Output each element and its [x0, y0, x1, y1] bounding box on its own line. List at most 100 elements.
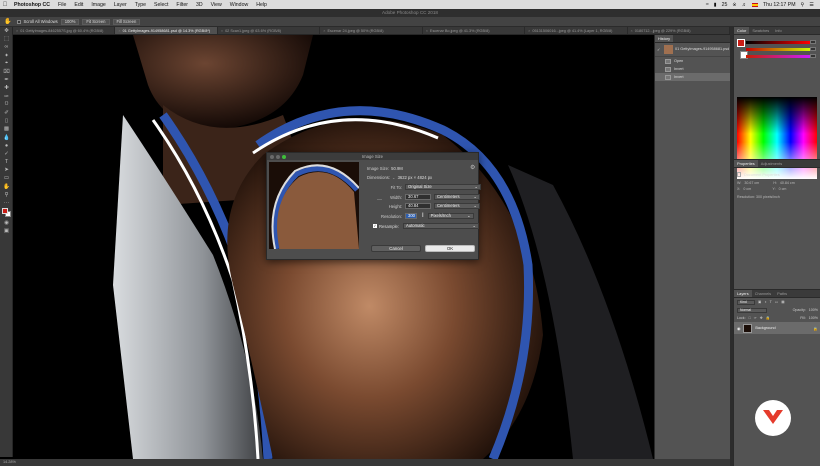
shape-tool-icon[interactable]: ▭	[0, 174, 13, 182]
menu-app[interactable]: Photoshop CC	[10, 2, 54, 8]
color-swatches[interactable]	[0, 207, 13, 219]
type-tool-icon[interactable]: T	[0, 158, 13, 166]
y-value[interactable]: 0 cm	[779, 187, 787, 191]
checkmark-icon[interactable]: ✓	[657, 47, 660, 52]
history-item[interactable]: Invert	[655, 65, 730, 73]
fit-screen-button[interactable]: Fit Screen	[82, 18, 110, 25]
tab-paths[interactable]: Paths	[774, 290, 790, 297]
gear-icon[interactable]: ⚙	[470, 164, 475, 171]
menu-view[interactable]: View	[207, 2, 226, 8]
filter-pixel-icon[interactable]: ▣	[758, 300, 761, 304]
hand-tool-icon[interactable]: ✋	[4, 18, 11, 25]
eraser-tool-icon[interactable]: ▯	[0, 117, 13, 125]
close-tab-icon[interactable]: ×	[426, 29, 428, 33]
blue-value-field[interactable]	[810, 54, 816, 58]
height-unit-select[interactable]: Centimeters ⌄	[434, 203, 480, 209]
doc-tab[interactable]: × 05131506016...jpeg @ 41.4% (Layer 1, RG…	[525, 27, 628, 34]
menu-type[interactable]: Type	[131, 2, 150, 8]
clock[interactable]: Thu 12:17 PM	[763, 2, 796, 8]
resample-select[interactable]: Automatic ⌄	[403, 223, 480, 229]
dodge-tool-icon[interactable]: ●	[0, 142, 13, 150]
frame-tool-icon[interactable]: ⌧	[0, 68, 13, 76]
marquee-tool-icon[interactable]: ⬚	[0, 35, 13, 43]
battery-icon[interactable]: ▮	[714, 2, 717, 8]
history-brush-tool-icon[interactable]: ✐	[0, 109, 13, 117]
eyedropper-tool-icon[interactable]: ✒	[0, 76, 13, 84]
opacity-value[interactable]: 100%	[809, 308, 818, 312]
zoom-level[interactable]: 14.28%	[3, 460, 16, 464]
tab-properties[interactable]: Properties	[734, 160, 758, 167]
green-value-field[interactable]	[810, 47, 816, 51]
lock-pixels-icon[interactable]: ✑	[754, 316, 757, 320]
tab-swatches[interactable]: Swatches	[749, 27, 772, 34]
quick-mask-icon[interactable]: ◉	[0, 219, 13, 227]
resample-checkbox[interactable]: ✓	[373, 224, 377, 228]
doc-tab[interactable]: × Escenar Bo.jpeg @ 41.3% (RGB/8)	[423, 27, 526, 34]
filter-type-icon[interactable]: T	[770, 300, 772, 304]
history-item[interactable]: Open	[655, 57, 730, 65]
clone-stamp-tool-icon[interactable]: ⛻	[0, 101, 13, 109]
menu-select[interactable]: Select	[150, 2, 172, 8]
close-window-icon[interactable]	[270, 154, 274, 159]
checkbox-box[interactable]	[17, 19, 22, 24]
menu-filter[interactable]: Filter	[172, 2, 192, 8]
w-value[interactable]: 30.67 cm	[744, 181, 770, 185]
fit-to-select[interactable]: Original Size ⌄	[405, 184, 481, 190]
tab-color[interactable]: Color	[734, 27, 750, 34]
hand-tool-icon[interactable]: ✋	[0, 183, 13, 191]
tab-info[interactable]: Info	[772, 27, 785, 34]
quick-select-tool-icon[interactable]: ✦	[0, 52, 13, 60]
close-tab-icon[interactable]: ×	[323, 29, 325, 33]
doc-tab[interactable]: × 01 GettyImages-8462557S.jpg @ 60.4% (RG…	[13, 27, 116, 34]
menu-edit[interactable]: Edit	[70, 2, 87, 8]
search-icon[interactable]: ⚲	[801, 2, 805, 8]
zoom-tool-icon[interactable]: ⚲	[0, 191, 13, 199]
filter-adjust-icon[interactable]: ◑	[764, 300, 766, 304]
h-value[interactable]: 40.84 cm	[780, 181, 795, 185]
lasso-tool-icon[interactable]: ∞	[0, 43, 13, 51]
apple-icon[interactable]: 	[0, 2, 10, 8]
tab-layers[interactable]: Layers	[734, 290, 752, 297]
blend-mode-select[interactable]: Normal	[737, 307, 767, 313]
zoom-100-button[interactable]: 100%	[60, 18, 80, 25]
cancel-button[interactable]: Cancel	[371, 245, 421, 252]
blue-slider[interactable]	[746, 55, 810, 58]
width-input[interactable]: 30.67	[405, 194, 431, 200]
close-tab-icon[interactable]: ×	[221, 29, 223, 33]
history-snapshot[interactable]: ✓ 01 GettyImages-914958681.psd	[655, 43, 730, 57]
width-unit-select[interactable]: Centimeters ⌄	[434, 194, 480, 200]
resolution-unit-select[interactable]: Pixels/Inch ⌄	[427, 213, 474, 219]
doc-tab[interactable]: × Escenar 24.jpeg @ 50% (RGB/8)	[320, 27, 423, 34]
height-input[interactable]: 40.84	[405, 203, 431, 209]
green-slider[interactable]	[746, 48, 810, 51]
menu-list-icon[interactable]: ☰	[809, 2, 814, 8]
flag-icon[interactable]	[751, 2, 758, 7]
pen-tool-icon[interactable]: ✓	[0, 150, 13, 158]
ok-button[interactable]: OK	[425, 245, 475, 252]
tab-history[interactable]: History	[655, 35, 674, 42]
red-slider[interactable]	[746, 41, 810, 44]
scroll-all-checkbox[interactable]: Scroll All Windows	[17, 19, 58, 24]
brush-tool-icon[interactable]: ✑	[0, 93, 13, 101]
image-preview[interactable]	[269, 162, 359, 249]
lock-transparency-icon[interactable]: □	[749, 316, 751, 320]
lock-icon[interactable]: 🔒	[813, 326, 818, 331]
close-tab-icon[interactable]: ×	[118, 29, 120, 33]
crop-tool-icon[interactable]: ⌖	[0, 60, 13, 68]
lock-all-icon[interactable]: 🔒	[766, 316, 770, 320]
close-tab-icon[interactable]: ×	[631, 29, 633, 33]
close-tab-icon[interactable]: ×	[528, 29, 530, 33]
fill-value[interactable]: 100%	[809, 316, 818, 320]
gradient-tool-icon[interactable]: ▩	[0, 125, 13, 133]
minimize-window-icon[interactable]	[276, 154, 280, 159]
screen-mode-icon[interactable]: ▣	[0, 227, 13, 235]
doc-tab-active[interactable]: × 01 GettyImages-914958681.psd @ 14.3% (R…	[115, 27, 218, 34]
path-select-tool-icon[interactable]: ➤	[0, 166, 13, 174]
foreground-color-swatch[interactable]	[2, 208, 8, 215]
tab-adjustments[interactable]: Adjustments	[758, 160, 785, 167]
history-item-selected[interactable]: Invert	[655, 73, 730, 81]
menu-window[interactable]: Window	[226, 2, 252, 8]
wifi-icon[interactable]: ≈	[706, 2, 709, 8]
bluetooth-icon[interactable]: ※	[732, 2, 736, 8]
layer-row-background[interactable]: ◉ Background 🔒	[734, 322, 820, 334]
